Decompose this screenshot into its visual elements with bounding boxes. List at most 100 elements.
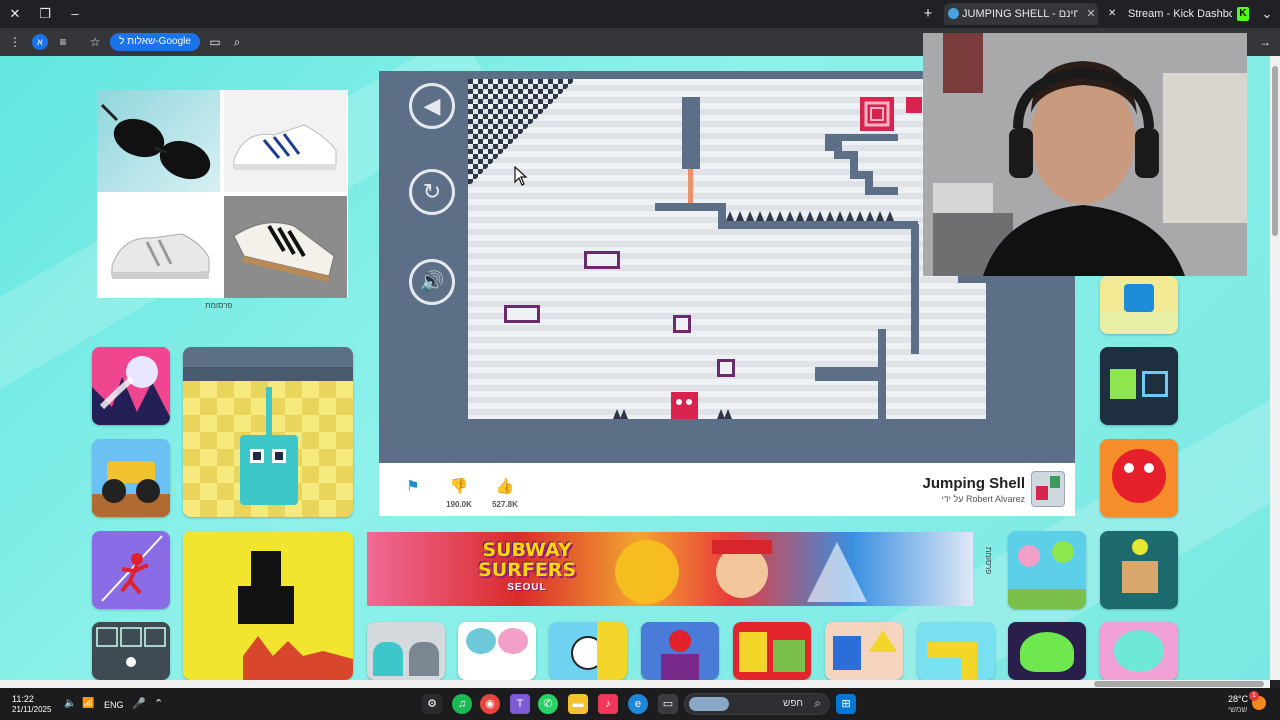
cast-icon[interactable]: ▭ (206, 33, 224, 51)
game-tile-blob[interactable] (1100, 622, 1178, 680)
weather-desc[interactable]: שמשי (1228, 705, 1247, 714)
game-tile-green-square[interactable] (1100, 347, 1178, 425)
scrollbar-thumb[interactable] (1272, 66, 1278, 236)
game-tile-xl[interactable] (733, 622, 811, 680)
ad-label: פרסומת (205, 301, 233, 310)
game-tile-twins[interactable] (367, 622, 445, 680)
restart-button[interactable]: ↻ (409, 169, 455, 215)
tab-title: JUMPING SHELL - משחק מקוון בחינם (962, 8, 1078, 20)
microphone-icon[interactable]: 🎤 (132, 697, 146, 710)
forward-arrow-icon[interactable]: → (1256, 33, 1274, 51)
banner-title: SUBWAY SURFERS (477, 539, 576, 581)
ad-product-grid[interactable] (97, 90, 348, 298)
game-level (468, 79, 986, 419)
like-icon[interactable]: 👍 (495, 477, 515, 497)
block-pair (504, 305, 540, 323)
chrome-app-icon[interactable]: ◉ (480, 694, 500, 714)
game-title: Jumping Shell (922, 475, 1025, 492)
zoom-icon[interactable]: ⌕ (228, 33, 246, 51)
ghost-game-image (92, 356, 170, 425)
silhouette-image (238, 551, 353, 680)
edge-app-icon[interactable]: e (628, 694, 648, 714)
back-button[interactable]: ◀ (409, 83, 455, 129)
dislike-count: 190.0K (446, 500, 472, 509)
ask-google-chip[interactable]: שאלות ל-Google (110, 33, 200, 51)
clock-time[interactable]: 11:22 (12, 694, 34, 704)
language-indicator[interactable]: ENG (104, 700, 124, 710)
windows-start-icon[interactable]: ⊞ (836, 694, 856, 714)
number-puzzle-image (96, 627, 166, 667)
scrollbar-thumb[interactable] (1094, 681, 1264, 687)
profile-avatar[interactable]: א (32, 34, 48, 50)
game-tile-slime[interactable] (1008, 622, 1086, 680)
file-explorer-icon[interactable]: ▬ (568, 694, 588, 714)
dislike-icon[interactable]: 👎 (449, 477, 469, 497)
tile-ceiling-shadow (183, 367, 353, 381)
game-tile-apple[interactable] (641, 622, 719, 680)
game-tile-arrow[interactable] (825, 622, 903, 680)
banner-art (615, 540, 867, 604)
minimize-window-icon[interactable]: – (66, 5, 84, 23)
close-window-icon[interactable]: ✕ (6, 5, 24, 23)
new-tab-plus-icon[interactable]: + (920, 5, 936, 23)
game-tile-jumping-shell[interactable] (183, 347, 353, 517)
game-tile-monster-truck[interactable] (92, 439, 170, 517)
sneaker-image (111, 233, 210, 279)
game-tile-silhouette[interactable] (183, 531, 353, 680)
webcam-overlay (923, 33, 1247, 276)
tile-spring (266, 387, 272, 437)
windows-taskbar: 11:22 21/11/2025 🔈 📶 ENG 🎤 ⌃ ⚙ ♫ ◉ T ✆ ▬… (0, 688, 1280, 720)
tray-chevron-icon[interactable]: ⌃ (154, 697, 163, 710)
horizontal-scrollbar[interactable] (0, 680, 1270, 688)
report-flag-icon[interactable]: ⚑ (403, 477, 423, 497)
game-info-bar: ⚑ 👎 190.0K 👍 527.8K Jumping Shell על ידי… (379, 463, 1075, 516)
monster-truck-image (92, 461, 170, 517)
tab-close-icon[interactable]: ✕ (1108, 8, 1119, 19)
ad-sneaker-samba[interactable] (224, 196, 347, 298)
game-tile-eyes[interactable] (458, 622, 536, 680)
menu-kebab-icon[interactable]: ⋮ (6, 33, 24, 51)
spotify-app-icon[interactable]: ♫ (452, 694, 472, 714)
whatsapp-app-icon[interactable]: ✆ (538, 694, 558, 714)
search-placeholder: חפש (783, 698, 803, 709)
settings-app-icon[interactable]: ⚙ (422, 694, 442, 714)
teams-app-icon[interactable]: T (510, 694, 530, 714)
tile-character (240, 435, 298, 505)
vertical-scrollbar[interactable] (1270, 56, 1280, 680)
tab-kick-dashboard[interactable]: ✕ Stream - Kick Dashboard (1102, 3, 1232, 25)
clock-date[interactable]: 21/11/2025 (12, 705, 51, 714)
volume-icon[interactable]: 🔈 (64, 698, 76, 709)
ad-sneaker-white-blue[interactable] (224, 90, 347, 192)
game-tile-cardboard-box[interactable] (1100, 531, 1178, 609)
bookmark-star-icon[interactable]: ☆ (86, 33, 104, 51)
like-count: 527.8K (492, 500, 518, 509)
game-tile-red-ball[interactable] (1100, 439, 1178, 517)
tab-search-chevron-icon[interactable]: ⌄ (1258, 5, 1276, 23)
block-single (673, 315, 691, 333)
weather-temp[interactable]: 28°C (1228, 694, 1248, 704)
tab-jumping-shell[interactable]: JUMPING SHELL - משחק מקוון בחינם ✕ (944, 3, 1098, 25)
ad-sneaker-nb[interactable] (97, 196, 220, 298)
game-tile-blue-robot[interactable] (1100, 276, 1178, 334)
restore-window-icon[interactable]: ❐ (36, 5, 54, 23)
reading-list-icon[interactable]: ≡ (54, 33, 72, 51)
game-tile-snake[interactable] (917, 622, 995, 680)
game-tile-stickman[interactable] (92, 531, 170, 609)
game-tile-friends[interactable] (1008, 531, 1086, 609)
ad-sunglasses[interactable] (97, 90, 220, 192)
tab-close-icon[interactable]: ✕ (1084, 3, 1098, 25)
wifi-icon[interactable]: 📶 (82, 698, 94, 709)
browser-tab-bar: ✕ ❐ – + JUMPING SHELL - משחק מקוון בחינם… (0, 0, 1280, 28)
sneaker-image (233, 222, 335, 282)
music-app-icon[interactable]: ♪ (598, 694, 618, 714)
window-app-icon[interactable]: ▭ (658, 694, 678, 714)
kick-logo-icon[interactable]: K (1237, 7, 1249, 21)
game-tile-number-puzzle[interactable] (92, 622, 170, 680)
taskbar-search[interactable]: חפש ⌕ (684, 693, 830, 715)
block-single (717, 359, 735, 377)
sound-button[interactable]: 🔊 (409, 259, 455, 305)
game-tile-ghost[interactable] (92, 347, 170, 425)
subway-surfers-banner[interactable]: SUBWAY SURFERS SEOUL (367, 532, 973, 606)
ad-label-vertical: פרסומת (984, 546, 994, 575)
game-tile-king[interactable] (549, 622, 627, 680)
